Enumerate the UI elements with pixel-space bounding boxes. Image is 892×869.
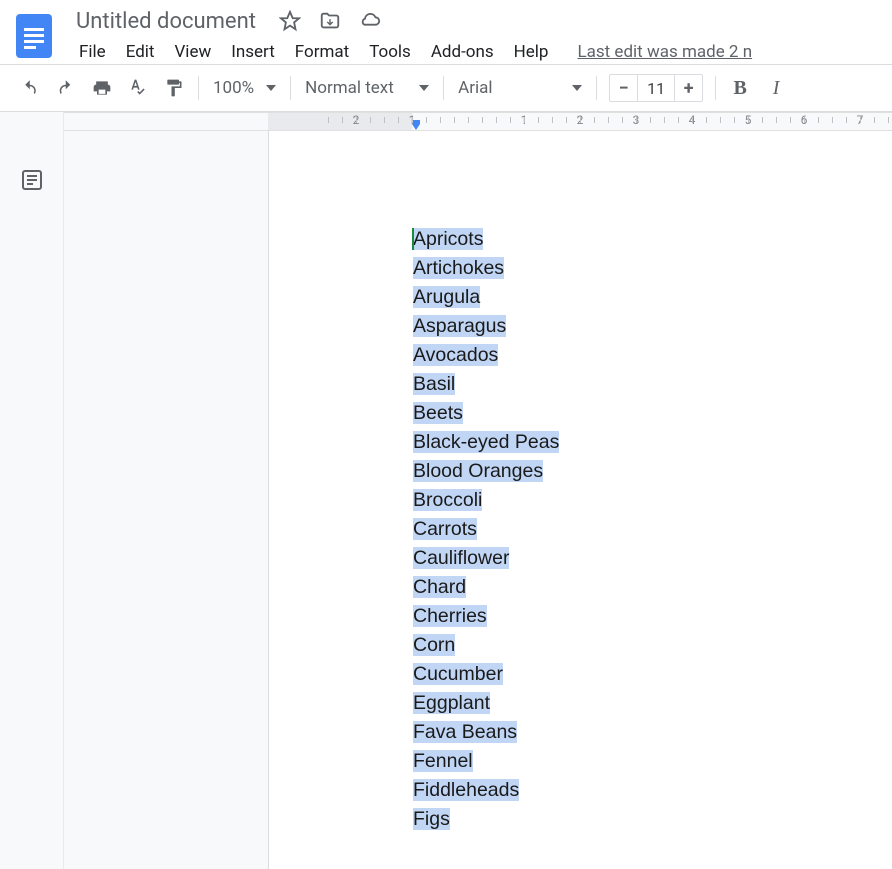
selected-text[interactable]: Fiddleheads xyxy=(413,779,519,801)
document-line[interactable]: Carrots xyxy=(413,515,892,544)
selected-text[interactable]: Beets xyxy=(413,402,463,424)
selected-text[interactable]: Figs xyxy=(413,808,450,830)
font-size-control: − 11 + xyxy=(609,74,703,102)
document-line[interactable]: Chard xyxy=(413,573,892,602)
selected-text[interactable]: Chard xyxy=(413,576,466,598)
selected-text[interactable]: Black-eyed Peas xyxy=(413,431,559,453)
document-line[interactable]: Corn xyxy=(413,631,892,660)
separator xyxy=(443,76,444,100)
font-family-dropdown[interactable]: Arial xyxy=(450,72,590,104)
document-line[interactable]: Eggplant xyxy=(413,689,892,718)
document-line[interactable]: Beets xyxy=(413,399,892,428)
document-line[interactable]: Avocados xyxy=(413,341,892,370)
selected-text[interactable]: Asparagus xyxy=(413,315,506,337)
cloud-status-icon[interactable] xyxy=(358,9,382,33)
document-line[interactable]: Apricots xyxy=(413,225,892,254)
menu-edit[interactable]: Edit xyxy=(117,38,164,66)
document-title[interactable]: Untitled document xyxy=(70,7,262,36)
ruler-left-margin xyxy=(268,113,412,130)
selected-text[interactable]: Avocados xyxy=(413,344,498,366)
document-line[interactable]: Figs xyxy=(413,805,892,834)
separator xyxy=(290,76,291,100)
docs-logo[interactable] xyxy=(14,9,54,63)
chevron-down-icon xyxy=(572,85,582,91)
selected-text[interactable]: Cherries xyxy=(413,605,487,627)
document-line[interactable]: Broccoli xyxy=(413,486,892,515)
selected-text[interactable]: Artichokes xyxy=(413,257,504,279)
spellcheck-button[interactable] xyxy=(122,72,154,104)
selected-text[interactable]: Apricots xyxy=(413,228,483,250)
menu-insert[interactable]: Insert xyxy=(222,38,284,66)
selected-text[interactable]: Carrots xyxy=(413,518,477,540)
selected-text[interactable]: Corn xyxy=(413,634,455,656)
document-line[interactable]: Basil xyxy=(413,370,892,399)
menu-help[interactable]: Help xyxy=(505,38,558,66)
outline-panel xyxy=(0,112,64,869)
selected-text[interactable]: Basil xyxy=(413,373,455,395)
document-line[interactable]: Artichokes xyxy=(413,254,892,283)
separator xyxy=(596,76,597,100)
menu-tools[interactable]: Tools xyxy=(360,38,420,66)
menu-addons[interactable]: Add-ons xyxy=(422,38,503,66)
selected-text[interactable]: Fava Beans xyxy=(413,721,517,743)
redo-button[interactable] xyxy=(50,72,82,104)
chevron-down-icon xyxy=(419,85,429,91)
menu-format[interactable]: Format xyxy=(286,38,358,66)
separator xyxy=(198,76,199,100)
document-line[interactable]: Arugula xyxy=(413,283,892,312)
font-family-value: Arial xyxy=(458,78,492,98)
document-line[interactable]: Black-eyed Peas xyxy=(413,428,892,457)
separator xyxy=(715,76,716,100)
star-icon[interactable] xyxy=(278,9,302,33)
selected-text[interactable]: Blood Oranges xyxy=(413,460,543,482)
paint-format-button[interactable] xyxy=(158,72,190,104)
last-edit-link[interactable]: Last edit was made 2 n xyxy=(577,42,752,62)
toolbar: 100% Normal text Arial − 11 + B I xyxy=(0,64,892,112)
document-line[interactable]: Blood Oranges xyxy=(413,457,892,486)
undo-button[interactable] xyxy=(14,72,46,104)
print-button[interactable] xyxy=(86,72,118,104)
document-line[interactable]: Cauliflower xyxy=(413,544,892,573)
move-to-folder-icon[interactable] xyxy=(318,9,342,33)
document-line[interactable]: Fava Beans xyxy=(413,718,892,747)
document-line[interactable]: Asparagus xyxy=(413,312,892,341)
paragraph-style-dropdown[interactable]: Normal text xyxy=(297,72,437,104)
zoom-value: 100% xyxy=(213,78,254,98)
zoom-dropdown[interactable]: 100% xyxy=(205,72,284,104)
document-line[interactable]: Cucumber xyxy=(413,660,892,689)
selected-text[interactable]: Cauliflower xyxy=(413,547,509,569)
selected-text[interactable]: Cucumber xyxy=(413,663,503,685)
document-canvas[interactable]: Apricots Artichokes Arugula Asparagus Avocad… xyxy=(64,131,892,869)
page[interactable]: Apricots Artichokes Arugula Asparagus Avocad… xyxy=(268,131,892,869)
menubar: File Edit View Insert Format Tools Add-o… xyxy=(70,37,752,67)
chevron-down-icon xyxy=(266,85,276,91)
text-cursor xyxy=(412,228,414,250)
document-outline-icon[interactable] xyxy=(20,168,44,196)
document-line[interactable]: Fennel xyxy=(413,747,892,776)
document-line[interactable]: Fiddleheads xyxy=(413,776,892,805)
font-size-decrease-button[interactable]: − xyxy=(610,74,638,102)
bold-button[interactable]: B xyxy=(724,72,756,104)
menu-file[interactable]: File xyxy=(70,38,115,66)
italic-button[interactable]: I xyxy=(760,72,792,104)
font-size-value[interactable]: 11 xyxy=(638,79,674,98)
menu-view[interactable]: View xyxy=(165,38,220,66)
selected-text[interactable]: Fennel xyxy=(413,750,473,772)
horizontal-ruler[interactable]: 2112345678 xyxy=(64,113,892,131)
font-size-increase-button[interactable]: + xyxy=(674,74,702,102)
selected-text[interactable]: Eggplant xyxy=(413,692,490,714)
selected-text[interactable]: Arugula xyxy=(413,286,480,308)
document-line[interactable]: Cherries xyxy=(413,602,892,631)
selected-text[interactable]: Broccoli xyxy=(413,489,482,511)
paragraph-style-value: Normal text xyxy=(305,78,394,98)
